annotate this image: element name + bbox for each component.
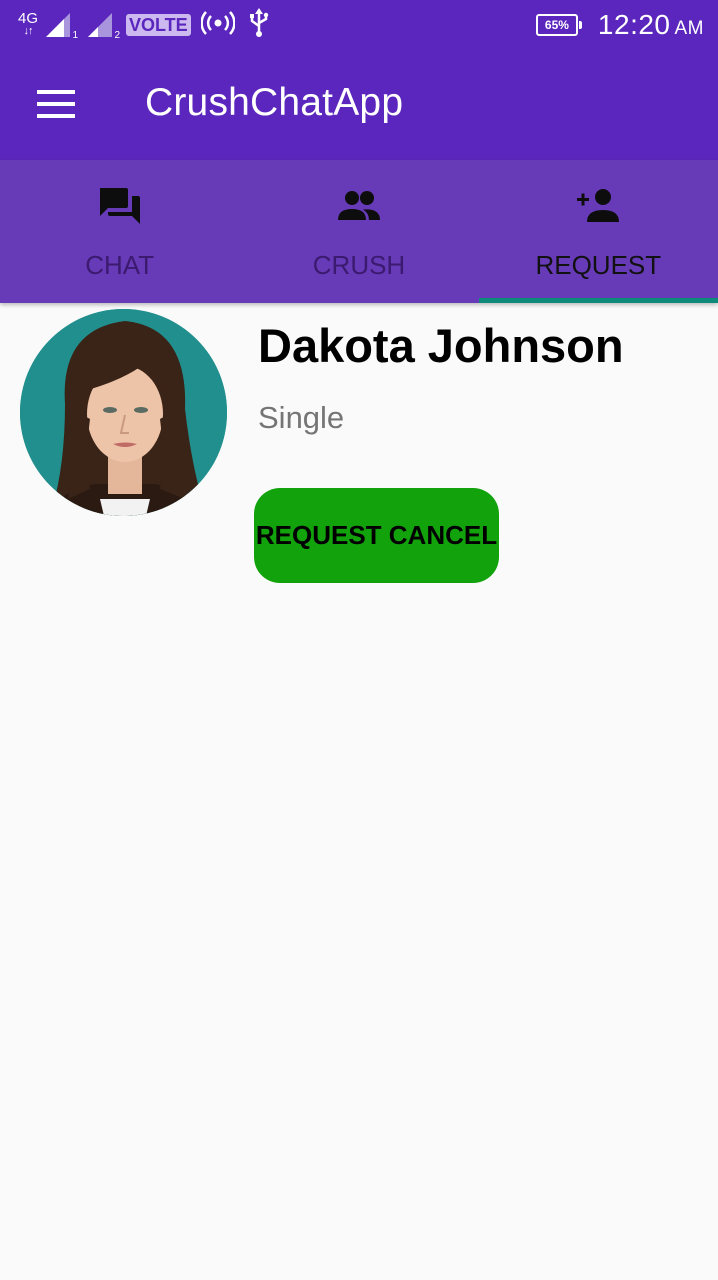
menu-button[interactable] xyxy=(22,80,90,128)
network-indicator: 4G ↓↑ xyxy=(16,11,40,38)
usb-icon xyxy=(249,7,269,43)
volte-badge: VOLTE xyxy=(126,14,191,36)
signal-sim1-icon: 1 xyxy=(44,11,78,41)
battery-level: 65% xyxy=(544,18,569,32)
sim2-label: 2 xyxy=(114,30,120,41)
tab-label: CHAT xyxy=(85,250,155,280)
hotspot-icon xyxy=(200,10,236,41)
hamburger-menu-icon xyxy=(37,90,75,118)
tab-label: CRUSH xyxy=(312,250,406,280)
tab-indicator xyxy=(479,298,718,303)
status-bar: 4G ↓↑ 1 2 VOLTE 65% 12:20 AM xyxy=(0,0,718,50)
chat-bubbles-icon xyxy=(96,184,144,228)
clock-ampm: AM xyxy=(674,18,704,39)
clock-time: 12:20 xyxy=(597,9,671,40)
tab-bar: CHAT CRUSH REQUEST xyxy=(0,160,718,303)
tab-request[interactable]: REQUEST xyxy=(479,160,718,303)
tab-chat[interactable]: CHAT xyxy=(0,160,239,303)
status-right-icons: 65% 12:20 AM xyxy=(535,8,704,42)
battery-icon: 65% xyxy=(535,14,582,36)
tab-crush[interactable]: CRUSH xyxy=(239,160,478,303)
profile-photo xyxy=(20,309,227,516)
sim1-label: 1 xyxy=(72,30,78,41)
app-title: CrushChatApp xyxy=(145,81,404,124)
request-user-name: Dakota Johnson xyxy=(258,319,624,372)
person-add-icon xyxy=(574,184,622,228)
request-cancel-button[interactable]: REQUEST CANCEL xyxy=(254,488,499,583)
signal-sim2-icon: 2 xyxy=(86,11,120,41)
app-bar: CrushChatApp xyxy=(0,50,718,160)
people-icon xyxy=(335,184,383,228)
status-left-icons: 4G ↓↑ 1 2 VOLTE xyxy=(16,7,269,43)
tab-label: REQUEST xyxy=(535,250,662,280)
clock: 12:20 AM xyxy=(598,9,704,41)
avatar[interactable] xyxy=(20,309,227,516)
request-user-status: Single xyxy=(258,400,345,435)
